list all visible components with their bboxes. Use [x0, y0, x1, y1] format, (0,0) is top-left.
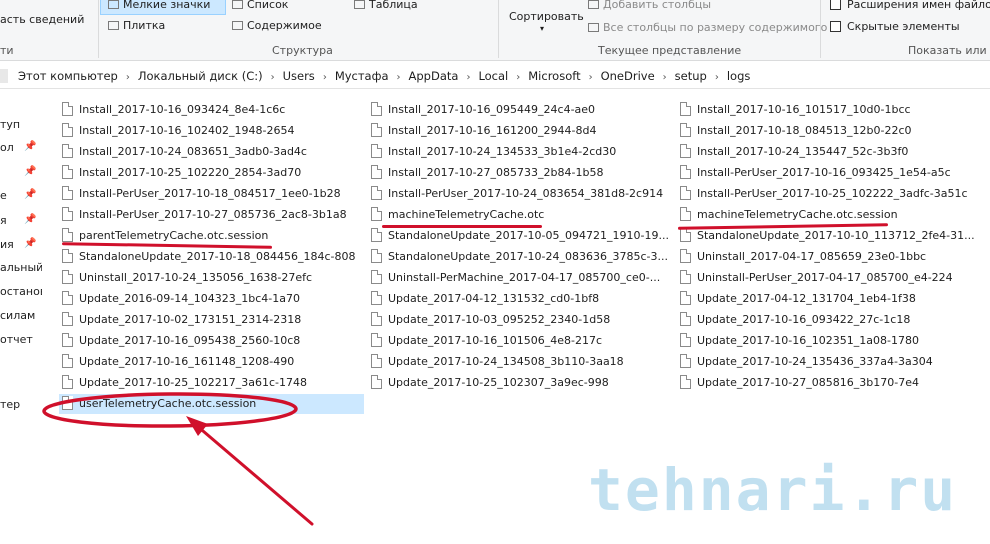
red-arrow-line	[194, 423, 314, 526]
watermark-logo: tehnari.ru	[588, 456, 958, 524]
red-circle-highlight	[42, 392, 298, 428]
